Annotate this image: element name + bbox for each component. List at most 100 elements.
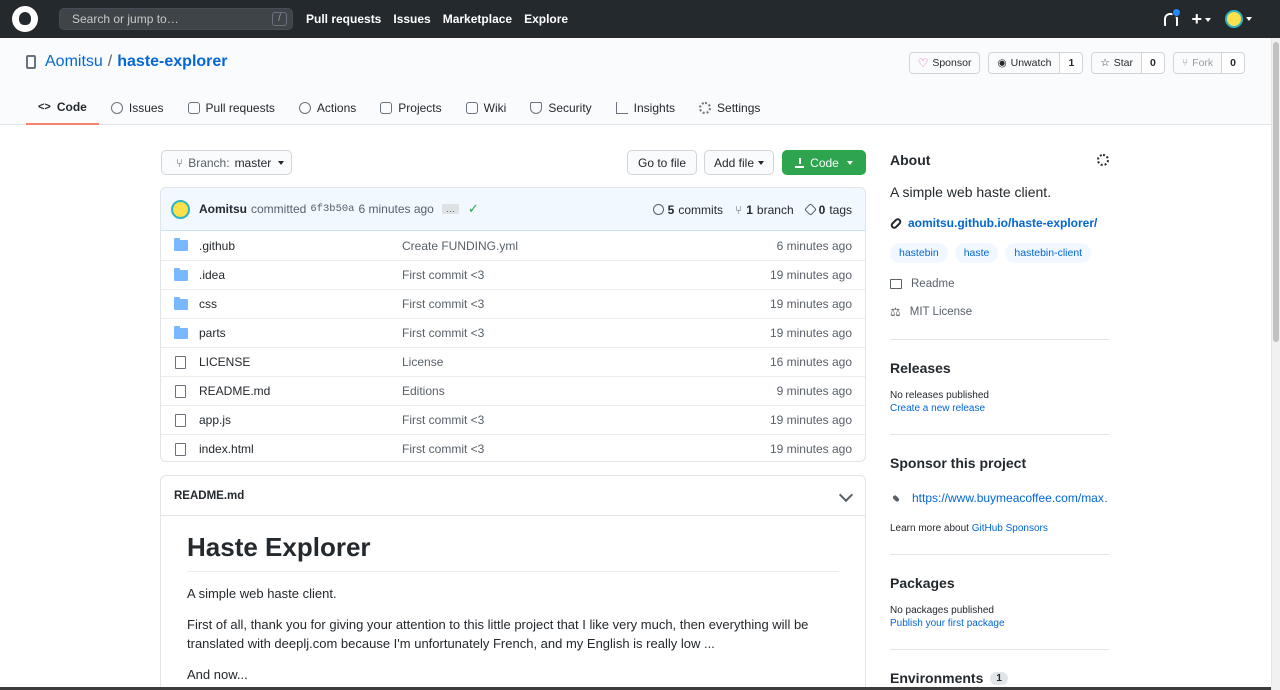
file-name-link[interactable]: README.md	[199, 384, 270, 398]
readme-link[interactable]: Readme	[890, 278, 1109, 290]
table-row[interactable]: LICENSE License 16 minutes ago	[161, 347, 865, 376]
readme-header: README.md	[161, 476, 865, 516]
tab-settings[interactable]: Settings	[687, 90, 772, 125]
file-name-link[interactable]: .idea	[199, 268, 225, 282]
github-logo-icon[interactable]	[12, 6, 38, 32]
repo-owner-link[interactable]: Aomitsu	[45, 53, 103, 71]
play-icon	[298, 101, 311, 114]
commit-author-link[interactable]: Aomitsu	[199, 202, 247, 216]
table-row[interactable]: README.md Editions 9 minutes ago	[161, 376, 865, 405]
commit-sha-link[interactable]: 6f3b50a	[310, 203, 354, 215]
about-title: About	[890, 152, 931, 168]
file-name-link[interactable]: index.html	[199, 442, 254, 456]
gear-icon[interactable]	[1097, 154, 1109, 166]
file-commit-message-link[interactable]: Editions	[402, 384, 445, 398]
go-to-file-button[interactable]: Go to file	[627, 150, 697, 175]
file-name-link[interactable]: app.js	[199, 413, 231, 427]
fork-button[interactable]: ⑂ Fork 0	[1172, 52, 1245, 74]
sponsor-title: Sponsor this project	[890, 455, 1027, 471]
code-button[interactable]: Code	[782, 150, 866, 175]
file-icon	[175, 442, 186, 456]
publish-package-link[interactable]: Publish your first package	[890, 618, 1109, 629]
file-name-link[interactable]: parts	[199, 326, 226, 340]
branch-label: branch	[756, 202, 794, 217]
commits-link[interactable]: 5 commits	[652, 203, 723, 217]
website-link[interactable]: aomitsu.github.io/haste-explorer/	[889, 216, 1109, 230]
page-scrollbar[interactable]	[1271, 38, 1280, 690]
file-commit-message-link[interactable]: First commit <3	[402, 297, 484, 311]
watch-count[interactable]: 1	[1059, 53, 1083, 73]
file-commit-message-link[interactable]: License	[402, 355, 443, 369]
nav-pull-requests[interactable]: Pull requests	[306, 12, 381, 26]
table-row[interactable]: .idea First commit <3 19 minutes ago	[161, 260, 865, 289]
notifications-bell-icon[interactable]	[1163, 8, 1182, 27]
fork-count[interactable]: 0	[1221, 53, 1244, 73]
file-commit-message-link[interactable]: First commit <3	[402, 442, 484, 456]
file-commit-message-link[interactable]: First commit <3	[402, 268, 484, 282]
unwatch-button[interactable]: ◉ Unwatch 1	[988, 52, 1084, 74]
tab-issues[interactable]: Issues	[99, 90, 176, 125]
repo-title: Aomitsu / haste-explorer	[26, 53, 228, 71]
check-icon[interactable]: ✓	[468, 201, 479, 217]
user-menu[interactable]	[1225, 10, 1252, 28]
star-button[interactable]: ☆ Star 0	[1091, 52, 1165, 74]
file-name-link[interactable]: css	[199, 297, 217, 311]
search-input[interactable]: Search or jump to… /	[59, 8, 293, 30]
table-row[interactable]: css First commit <3 19 minutes ago	[161, 289, 865, 318]
nav-issues[interactable]: Issues	[393, 12, 430, 26]
pencil-icon[interactable]	[838, 487, 854, 503]
tab-projects[interactable]: Projects	[368, 90, 453, 125]
avatar[interactable]	[171, 199, 190, 219]
tab-wiki[interactable]: Wiki	[454, 90, 519, 125]
topic-tag[interactable]: haste	[954, 243, 999, 263]
header-right: +	[1163, 0, 1252, 38]
nav-marketplace[interactable]: Marketplace	[443, 12, 512, 26]
tab-pull-requests[interactable]: Pull requests	[176, 90, 287, 125]
file-commit-message-link[interactable]: First commit <3	[402, 413, 484, 427]
repo-tabs: <> Code Issues Pull requests Actions Pro…	[26, 90, 772, 125]
table-row[interactable]: .github Create FUNDING.yml 6 minutes ago	[161, 231, 865, 260]
table-row[interactable]: parts First commit <3 19 minutes ago	[161, 318, 865, 347]
file-commit-message-link[interactable]: Create FUNDING.yml	[402, 239, 518, 253]
sponsor-label: Sponsor	[932, 57, 972, 69]
tab-label: Projects	[398, 100, 442, 115]
add-file-button[interactable]: Add file	[704, 150, 774, 175]
tag-icon	[803, 203, 817, 216]
commit-expand-button[interactable]: …	[441, 204, 459, 214]
code-icon: <>	[38, 100, 51, 113]
license-link[interactable]: ⚖ MIT License	[890, 305, 1109, 319]
table-row[interactable]: index.html First commit <3 19 minutes ago	[161, 434, 865, 461]
tab-label: Pull requests	[205, 100, 275, 115]
topics: hastebin haste hastebin-client	[890, 243, 1109, 263]
repo-name-link[interactable]: haste-explorer	[117, 53, 227, 71]
branch-select-button[interactable]: ⑂ Branch: master	[161, 150, 292, 175]
create-release-link[interactable]: Create a new release	[890, 403, 1109, 414]
nav-explore[interactable]: Explore	[524, 12, 568, 26]
topic-tag[interactable]: hastebin	[890, 243, 948, 263]
file-icon	[175, 413, 186, 427]
file-commit-message-link[interactable]: First commit <3	[402, 326, 484, 340]
tab-actions[interactable]: Actions	[287, 90, 368, 125]
create-new-menu[interactable]: +	[1191, 10, 1211, 28]
environments-title[interactable]: Environments	[890, 670, 983, 686]
branches-link[interactable]: ⑂ 1 branch	[735, 203, 794, 217]
tags-link[interactable]: 0 tags	[803, 203, 852, 217]
file-icon	[175, 384, 186, 398]
sponsor-url-link[interactable]: https://www.buymeacoffee.com/max…	[890, 491, 1109, 505]
file-commit-age: 9 minutes ago	[776, 384, 852, 398]
packages-title: Packages	[890, 575, 955, 591]
file-commit-age: 6 minutes ago	[776, 238, 852, 253]
file-commit-age: 19 minutes ago	[769, 413, 852, 427]
topic-tag[interactable]: hastebin-client	[1005, 243, 1092, 263]
star-count[interactable]: 0	[1141, 53, 1164, 73]
tab-security[interactable]: Security	[518, 90, 603, 125]
tab-insights[interactable]: Insights	[604, 90, 687, 125]
file-name-link[interactable]: .github	[199, 239, 235, 253]
table-row[interactable]: app.js First commit <3 19 minutes ago	[161, 405, 865, 434]
scrollbar-thumb[interactable]	[1273, 42, 1279, 342]
github-sponsors-link[interactable]: GitHub Sponsors	[972, 523, 1048, 534]
file-name-link[interactable]: LICENSE	[199, 355, 250, 369]
sponsor-button[interactable]: ♡ Sponsor	[908, 52, 981, 74]
file-icon	[175, 355, 186, 369]
tab-code[interactable]: <> Code	[26, 90, 99, 125]
